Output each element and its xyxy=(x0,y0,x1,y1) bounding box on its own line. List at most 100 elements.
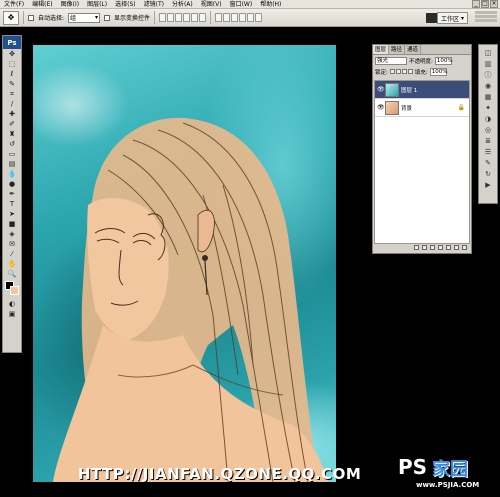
document-canvas[interactable] xyxy=(33,45,336,482)
layer-row-background[interactable]: 👁 背景 🔒 xyxy=(375,99,469,117)
dodge-tool-icon[interactable]: ● xyxy=(3,179,21,189)
add-mask-icon[interactable] xyxy=(430,245,435,250)
align-buttons xyxy=(159,13,207,22)
blur-tool-icon[interactable]: 💧 xyxy=(3,169,21,179)
layer-style-icon[interactable] xyxy=(422,245,427,250)
lock-transparent-icon[interactable] xyxy=(389,69,395,74)
align-hcenter-icon[interactable] xyxy=(191,13,199,22)
menu-bar: 文件(F) 编辑(E) 图像(I) 图层(L) 选择(S) 滤镜(T) 分析(A… xyxy=(0,0,500,9)
move-tool-icon[interactable]: ✥ xyxy=(3,49,21,59)
menu-analysis[interactable]: 分析(A) xyxy=(168,0,197,9)
align-top-icon[interactable] xyxy=(159,13,167,22)
histogram-icon[interactable]: ▥ xyxy=(482,59,494,68)
crop-tool-icon[interactable]: ⌗ xyxy=(3,89,21,99)
info-icon[interactable]: ⓘ xyxy=(482,70,494,79)
eyedropper-tool-icon[interactable]: ⁄ xyxy=(3,249,21,259)
auto-select-checkbox[interactable] xyxy=(28,14,34,21)
quick-mask-icon[interactable]: ◐ xyxy=(3,299,21,309)
auto-select-dropdown[interactable]: 组 ▾ xyxy=(68,12,101,23)
lock-position-icon[interactable] xyxy=(401,69,407,74)
layer-row-1[interactable]: 👁 图层 1 xyxy=(375,81,469,99)
lock-pixels-icon[interactable] xyxy=(395,69,401,74)
lock-all-icon[interactable] xyxy=(407,69,413,74)
right-dock: ◫ ▥ ⓘ ◉ ▦ ✦ ◑ ◎ ≣ ☰ ✎ ↻ ▶ xyxy=(478,44,498,204)
close-button[interactable]: × xyxy=(490,0,498,8)
quick-select-tool-icon[interactable]: ✎ xyxy=(3,79,21,89)
styles-icon[interactable]: ✦ xyxy=(482,103,494,112)
brush-tool-icon[interactable]: ✐ xyxy=(3,119,21,129)
panel-collapse-icon[interactable] xyxy=(475,11,497,25)
opacity-input[interactable]: 100% xyxy=(434,56,453,65)
shape-tool-icon[interactable]: ■ xyxy=(3,219,21,229)
align-bottom-icon[interactable] xyxy=(175,13,183,22)
show-transform-checkbox[interactable] xyxy=(104,14,111,21)
maximize-button[interactable]: □ xyxy=(481,0,489,8)
gradient-tool-icon[interactable]: ▤ xyxy=(3,159,21,169)
distribute-bottom-icon[interactable] xyxy=(231,13,239,22)
history-brush-tool-icon[interactable]: ↺ xyxy=(3,139,21,149)
distribute-hcenter-icon[interactable] xyxy=(247,13,255,22)
menu-help[interactable]: 帮助(H) xyxy=(256,0,285,9)
path-select-tool-icon[interactable]: ➤ xyxy=(3,209,21,219)
tab-layers[interactable]: 图层 xyxy=(373,45,390,54)
minimize-button[interactable]: _ xyxy=(472,0,480,8)
color-swatches[interactable] xyxy=(3,279,21,299)
lasso-tool-icon[interactable]: ℓ xyxy=(3,69,21,79)
clone-stamp-tool-icon[interactable]: ♜ xyxy=(3,129,21,139)
paths-icon[interactable]: ✎ xyxy=(482,158,494,167)
tool-preset-picker[interactable]: ✥ xyxy=(3,10,19,25)
pen-tool-icon[interactable]: ✒ xyxy=(3,189,21,199)
fill-label: 填充: xyxy=(414,69,428,76)
fill-input[interactable]: 100% xyxy=(429,67,447,76)
screen-mode-tool-icon[interactable]: ▣ xyxy=(3,309,21,319)
eye-icon[interactable]: 👁 xyxy=(377,86,385,93)
background-color[interactable] xyxy=(10,286,19,295)
blend-mode-select[interactable]: 强光 xyxy=(375,56,407,65)
actions-icon[interactable]: ▶ xyxy=(482,180,494,189)
tab-paths[interactable]: 路径 xyxy=(389,45,406,54)
delete-layer-icon[interactable] xyxy=(462,245,467,250)
channels-icon[interactable]: ☰ xyxy=(482,147,494,156)
menu-select[interactable]: 选择(S) xyxy=(111,0,140,9)
zoom-tool-icon[interactable]: 🔍 xyxy=(3,269,21,279)
align-left-icon[interactable] xyxy=(183,13,191,22)
eraser-tool-icon[interactable]: ▭ xyxy=(3,149,21,159)
color-icon[interactable]: ◉ xyxy=(482,81,494,90)
distribute-right-icon[interactable] xyxy=(255,13,263,22)
adjustments-icon[interactable]: ◑ xyxy=(482,114,494,123)
menu-filter[interactable]: 滤镜(T) xyxy=(140,0,168,9)
layers-icon[interactable]: ≣ xyxy=(482,136,494,145)
type-tool-icon[interactable]: T xyxy=(3,199,21,209)
notes-tool-icon[interactable]: ✉ xyxy=(3,239,21,249)
navigator-icon[interactable]: ◫ xyxy=(482,48,494,57)
swatches-icon[interactable]: ▦ xyxy=(482,92,494,101)
menu-layer[interactable]: 图层(L) xyxy=(83,0,111,9)
lock-label: 锁定: xyxy=(375,69,388,76)
distribute-buttons xyxy=(215,13,263,22)
slice-tool-icon[interactable]: ∕ xyxy=(3,99,21,109)
history-icon[interactable]: ↻ xyxy=(482,169,494,178)
distribute-left-icon[interactable] xyxy=(239,13,247,22)
align-vcenter-icon[interactable] xyxy=(167,13,175,22)
menu-file[interactable]: 文件(F) xyxy=(0,0,28,9)
hand-tool-icon[interactable]: ✋ xyxy=(3,259,21,269)
menu-view[interactable]: 视图(V) xyxy=(197,0,226,9)
new-layer-icon[interactable] xyxy=(454,245,459,250)
align-right-icon[interactable] xyxy=(199,13,207,22)
3d-tool-icon[interactable]: ◈ xyxy=(3,229,21,239)
menu-image[interactable]: 图像(I) xyxy=(57,0,83,9)
menu-window[interactable]: 窗口(W) xyxy=(226,0,257,9)
masks-icon[interactable]: ◎ xyxy=(482,125,494,134)
adjustment-layer-icon[interactable] xyxy=(438,245,443,250)
link-layers-icon[interactable] xyxy=(414,245,419,250)
workspace-button[interactable]: 工作区 ▾ xyxy=(436,12,468,24)
menu-edit[interactable]: 编辑(E) xyxy=(28,0,56,9)
distribute-top-icon[interactable] xyxy=(215,13,223,22)
healing-tool-icon[interactable]: ✚ xyxy=(3,109,21,119)
new-group-icon[interactable] xyxy=(446,245,451,250)
tab-channels[interactable]: 通道 xyxy=(405,45,422,54)
ps-logo: Ps xyxy=(3,36,21,49)
marquee-tool-icon[interactable]: ⬚ xyxy=(3,59,21,69)
eye-icon[interactable]: 👁 xyxy=(377,104,385,111)
distribute-vcenter-icon[interactable] xyxy=(223,13,231,22)
